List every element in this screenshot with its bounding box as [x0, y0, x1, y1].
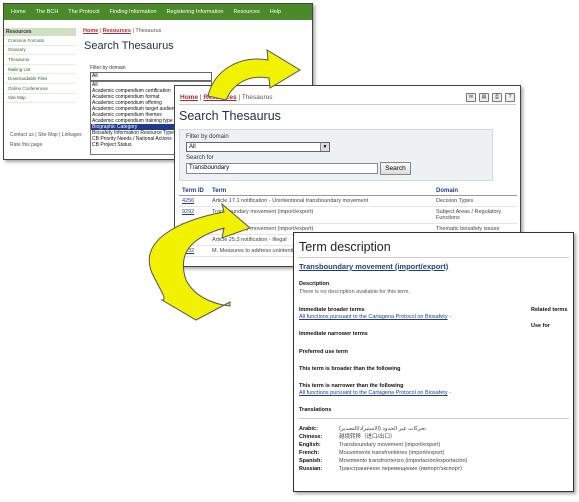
- flow-arrows: [148, 49, 301, 321]
- arrow-to-results-icon: [207, 49, 301, 101]
- arrow-to-term-description-icon: [148, 202, 251, 321]
